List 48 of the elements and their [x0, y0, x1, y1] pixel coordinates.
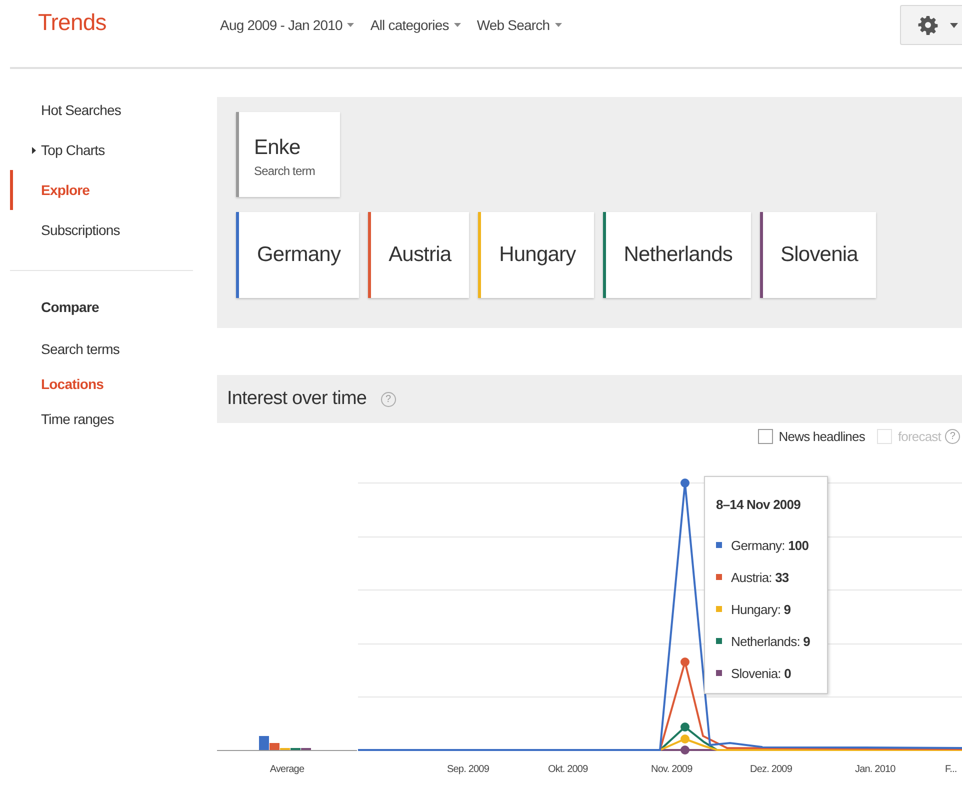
average-bars — [259, 736, 311, 750]
term-caption: Search term — [254, 164, 316, 178]
data-point[interactable] — [680, 658, 690, 666]
expand-arrow-icon[interactable] — [32, 146, 36, 154]
tooltip-value: Hungary: 9 — [731, 602, 791, 616]
axis-label: Jan. 2010 — [855, 764, 896, 775]
search-term-card[interactable]: Enke Search term — [236, 112, 340, 197]
axis-label: Sep. 2009 — [447, 764, 489, 775]
compare-option[interactable]: Search terms — [10, 341, 193, 376]
location-card[interactable]: Germany — [236, 212, 359, 298]
axis-label: Average — [270, 764, 304, 775]
tooltip-title: 8–14 Nov 2009 — [716, 497, 802, 512]
tooltip-value: Slovenia: 0 — [731, 666, 791, 680]
filter-dropdown[interactable]: Aug 2009 - Jan 2010 — [220, 17, 354, 33]
caret-icon — [454, 23, 461, 27]
tooltip-value: Netherlands: 9 — [731, 634, 810, 648]
data-point[interactable] — [680, 478, 690, 488]
checkbox[interactable] — [758, 428, 773, 444]
caret-icon — [950, 22, 958, 28]
axis-label: Okt. 2009 — [548, 764, 588, 775]
location-card[interactable]: Hungary — [478, 212, 594, 298]
compare-option[interactable]: Locations — [10, 376, 193, 411]
axis-label: Dez. 2009 — [750, 764, 792, 775]
settings-button[interactable] — [900, 5, 962, 45]
location-card[interactable]: Slovenia — [760, 212, 876, 298]
compare-option[interactable]: Time ranges — [10, 411, 193, 446]
nav-item[interactable]: Hot Searches — [10, 90, 193, 130]
tooltip-value: Germany: 100 — [731, 538, 809, 552]
axis-label: F... — [945, 764, 957, 775]
checkbox-label[interactable]: News headlines — [778, 428, 865, 444]
settings-icon — [918, 15, 938, 35]
location-card[interactable]: Austria — [368, 212, 470, 298]
nav-item[interactable]: Top Charts — [10, 130, 193, 170]
nav-item[interactable]: Subscriptions — [10, 210, 193, 250]
data-point[interactable] — [680, 746, 690, 754]
section-title: Interest over time — [227, 388, 367, 410]
filter-dropdown[interactable]: Web Search — [476, 17, 562, 33]
caret-icon — [554, 23, 562, 27]
section-heading: Compare — [40, 299, 100, 315]
location-card[interactable]: Netherlands — [602, 212, 751, 298]
data-point[interactable] — [680, 722, 690, 732]
axis-label: Nov. 2009 — [651, 764, 692, 775]
trends-logo[interactable]: Trends — [38, 9, 220, 36]
caret-icon — [347, 23, 354, 27]
filter-dropdown[interactable]: All categories — [370, 17, 461, 33]
tooltip-value: Austria: 33 — [731, 570, 789, 584]
nav-item[interactable]: Explore — [10, 170, 193, 210]
term-text: Enke — [254, 136, 302, 160]
